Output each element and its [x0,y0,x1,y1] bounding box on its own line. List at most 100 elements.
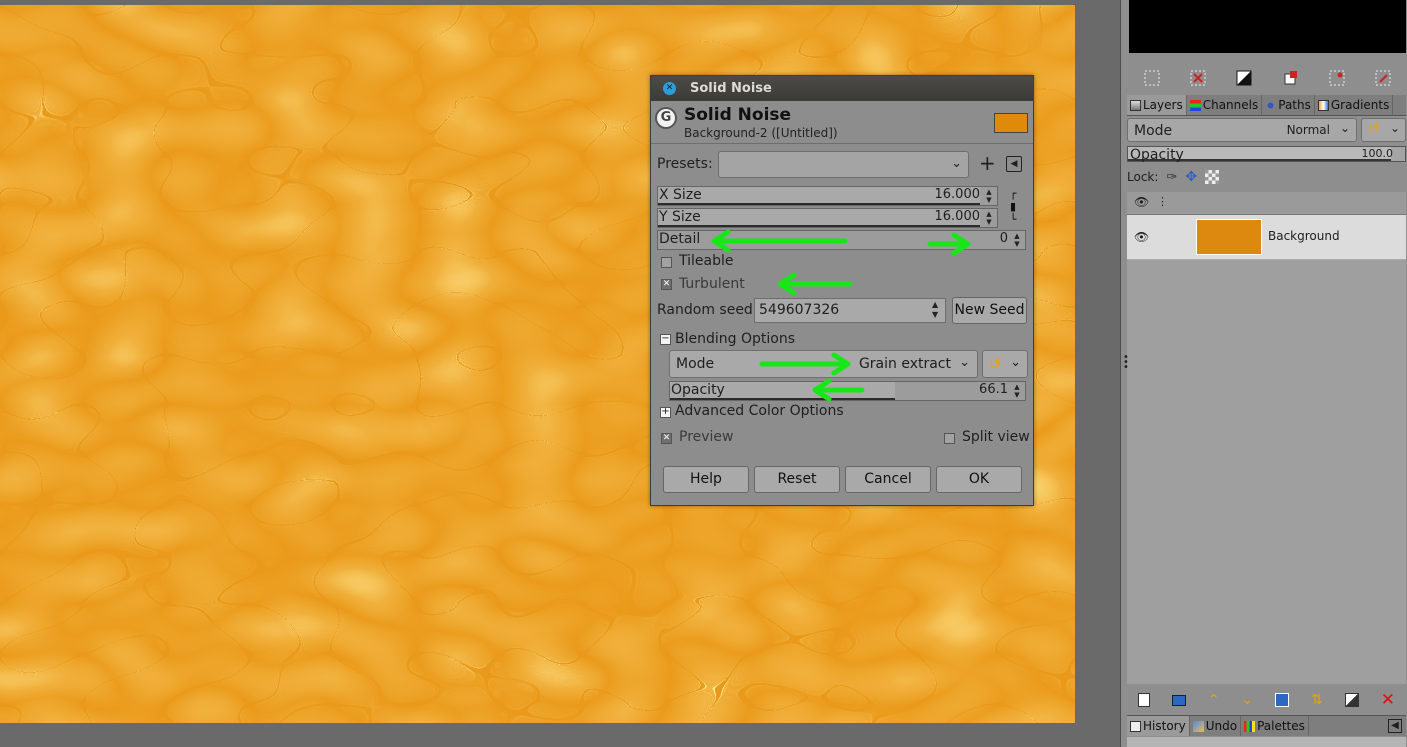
random-seed-input[interactable]: 549607326 [754,298,946,323]
chain-link-icon[interactable]: ⋮ [1157,195,1168,208]
tileable-label: Tileable [679,253,734,269]
layer-mode-row: Mode Normal ⌄ ↺ ⌄ [1127,118,1406,144]
history-icon [1130,720,1141,732]
chevron-down-icon: ⌄ [1389,121,1400,135]
new-seed-button[interactable]: New Seed [952,297,1027,324]
add-preset-icon[interactable]: + [979,153,996,173]
layer-thumbnail [1196,219,1262,255]
spin-arrows-icon[interactable]: ▲ ▼ [983,188,995,204]
visibility-eye-icon[interactable]: 👁 [1134,195,1149,209]
lock-position-icon[interactable]: ✥ [1185,169,1197,185]
navigation-preview [1129,0,1406,53]
y-size-slider[interactable]: Y Size 16.000 ▲ ▼ [657,208,998,228]
lock-row: Lock: ✑ ✥ [1127,166,1406,188]
lower-layer-icon[interactable]: ⌄ [1242,692,1254,708]
spin-arrows-icon[interactable]: ▲ ▼ [1011,383,1023,399]
advanced-color-options-label[interactable]: Advanced Color Options [675,403,844,419]
turbulent-label: Turbulent [679,276,745,292]
tileable-checkbox[interactable] [661,257,672,268]
selection-tools-row [1129,64,1406,92]
gimp-logo-icon: G [655,107,677,129]
select-none-icon[interactable] [1189,69,1207,87]
chevron-down-icon: ⌄ [951,156,962,171]
gradient-icon [1317,99,1329,111]
delete-layer-icon[interactable]: ✕ [1381,690,1395,710]
layers-list-header: 👁 ⋮ [1127,192,1406,215]
close-icon[interactable]: ✕ [663,82,676,95]
solid-noise-dialog: ✕ Solid Noise G Solid Noise Background-2… [650,75,1034,506]
blend-opacity-slider[interactable]: Opacity 66.1 ▲ ▼ [669,381,1026,401]
dialog-titlebar[interactable]: ✕ Solid Noise [651,76,1033,101]
dialog-header: G Solid Noise Background-2 ([Untitled]) [651,101,1033,144]
layer-item-background[interactable]: 👁 Background [1127,215,1406,260]
tab-palettes[interactable]: Palettes [1241,716,1309,736]
reset-mode-icon: ↺ [1368,121,1380,137]
layer-mode-select[interactable]: Mode Normal ⌄ [1127,118,1357,142]
layer-actions-row: ⌃ ⌄ ⇅ ✕ [1127,687,1406,713]
tab-undo[interactable]: Undo [1190,716,1242,736]
spin-arrows-icon[interactable]: ▲ ▼ [932,300,938,320]
right-dock: Layers Channels Paths Gradients Mode Nor… [1120,0,1407,747]
tab-gradients[interactable]: Gradients [1315,95,1394,115]
collapse-icon[interactable]: − [660,334,671,345]
mask-layer-icon[interactable] [1344,693,1359,707]
stroke-selection-icon[interactable] [1374,69,1392,87]
drawable-preview-swatch [994,113,1028,133]
reset-mode-icon: ↺ [989,355,1002,373]
tab-paths[interactable]: Paths [1262,95,1315,115]
turbulent-checkbox[interactable]: ✕ [661,279,672,290]
blending-options-label[interactable]: Blending Options [675,331,795,347]
invert-selection-icon[interactable] [1235,69,1253,87]
presets-label: Presets: [657,156,713,172]
blend-mode-select[interactable]: Mode Grain extract ⌄ [669,350,978,378]
layer-opacity-slider[interactable]: Opacity 100.0 [1127,146,1406,163]
new-layer-icon[interactable] [1137,693,1150,707]
preview-label: Preview [679,429,734,445]
chevron-down-icon: ⌄ [1339,121,1350,135]
anchor-layer-icon[interactable]: ⇅ [1311,692,1323,708]
undo-icon [1192,720,1204,732]
selection-to-channel-icon[interactable] [1282,69,1300,87]
lock-pixels-icon[interactable]: ✑ [1166,170,1177,185]
duplicate-layer-icon[interactable] [1275,693,1290,707]
presets-select[interactable]: ⌄ [718,151,969,178]
split-view-label: Split view [962,429,1030,445]
reset-button[interactable]: Reset [754,466,840,493]
layer-composite-select[interactable]: ↺ ⌄ [1361,118,1406,142]
dock-sash-handle[interactable]: • • • [1123,353,1129,373]
layers-icon [1130,99,1141,111]
spin-arrows-icon[interactable]: ▲ ▼ [1011,232,1023,248]
history-list [1127,737,1406,747]
bottom-dock-tabs: History Undo Palettes ◀ [1127,715,1406,736]
chevron-down-icon: ⌄ [1010,355,1021,370]
help-button[interactable]: Help [663,466,749,493]
dock-tabs: Layers Channels Paths Gradients [1127,95,1406,116]
detail-slider[interactable]: Detail 0 ▲ ▼ [657,230,1026,250]
tab-channels[interactable]: Channels [1187,95,1263,115]
random-seed-label: Random seed [657,302,753,318]
blend-composite-select[interactable]: ↺ ⌄ [982,350,1028,378]
presets-menu-icon[interactable]: ◀ [1006,156,1022,172]
select-all-icon[interactable] [1143,69,1161,87]
visibility-eye-icon[interactable]: 👁 [1134,230,1149,244]
tab-layers[interactable]: Layers [1127,95,1187,115]
chevron-down-icon: ⌄ [959,355,970,370]
cancel-button[interactable]: Cancel [845,466,931,493]
paths-icon [1265,99,1277,111]
dock-menu-icon[interactable]: ◀ [1388,719,1402,733]
channels-icon [1189,99,1201,111]
x-size-slider[interactable]: X Size 16.000 ▲ ▼ [657,186,998,206]
new-layer-group-icon[interactable] [1171,694,1186,706]
expand-icon[interactable]: + [660,407,671,418]
preview-checkbox[interactable]: ✕ [661,433,672,444]
chain-link-icon[interactable]: ┌ ▮ └ [1006,187,1020,227]
raise-layer-icon[interactable]: ⌃ [1208,692,1220,708]
tab-history[interactable]: History [1127,716,1190,736]
split-view-checkbox[interactable] [944,433,955,444]
palette-icon [1244,720,1256,732]
layers-list-empty-area [1127,260,1406,684]
spin-arrows-icon[interactable]: ▲ ▼ [983,210,995,226]
lock-alpha-icon[interactable] [1205,170,1220,184]
selection-to-path-icon[interactable] [1328,69,1346,87]
ok-button[interactable]: OK [936,466,1022,493]
